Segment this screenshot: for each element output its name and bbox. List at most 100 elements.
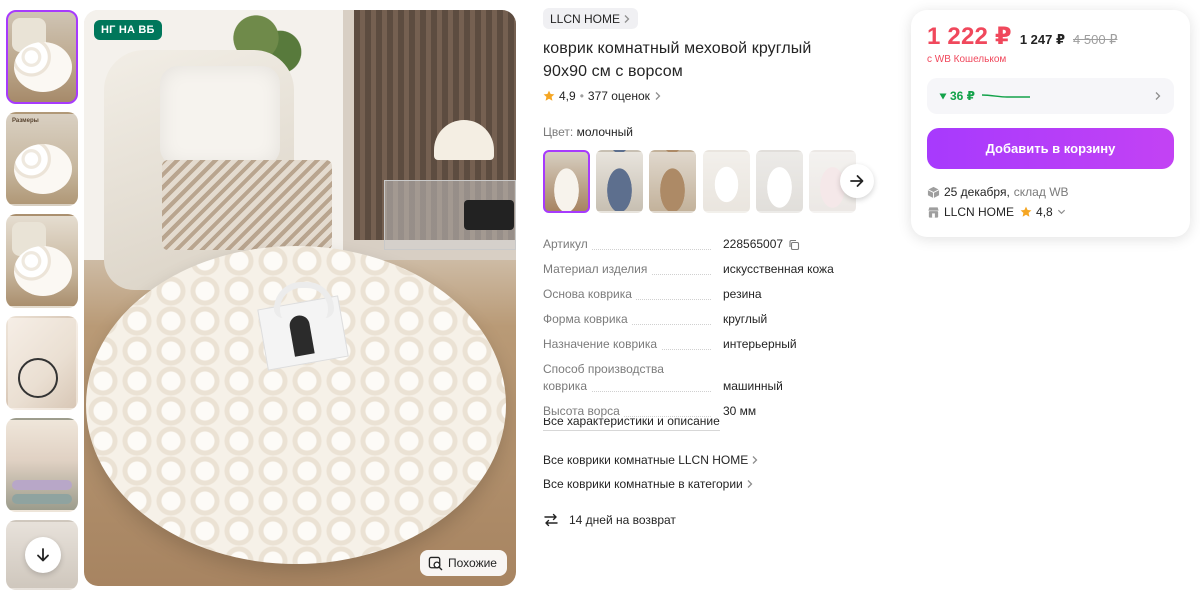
spec-row: Способ производства коврика машинный [543,361,873,395]
chevron-down-icon [1057,209,1065,215]
similar-button-label: Похожие [448,556,497,570]
wallet-note[interactable]: с WB Кошельком [927,54,1006,65]
chevron-right-icon [747,480,753,488]
spec-key: Форма коврика [543,311,723,328]
spec-value: 30 мм [723,404,757,418]
spec-key: Назначение коврика [543,336,723,353]
product-title-line-2: 90х90 см с ворсом [543,63,683,80]
price-card: 1 222 ₽ 1 247 ₽ 4 500 ₽ с WB Кошельком 3… [911,10,1190,237]
thumbnail-rug [14,144,72,194]
variants-next-button[interactable] [840,164,874,198]
spec-value: круглый [723,312,768,326]
thumbnail-5[interactable] [6,418,78,512]
spec-key: Материал изделия [543,261,723,278]
spec-value: резина [723,287,762,301]
brand-link[interactable]: LLCN HOME [543,8,639,29]
separator-dot: • [579,89,584,103]
specifications-list: Артикул 228565007 Материал изделия искус… [543,236,873,428]
delivery-date: 25 декабря, [944,185,1010,199]
category-link-label: Все коврики комнатные в категории [543,477,743,491]
main-product-image[interactable]: НГ НА ВБ Похожие [84,10,516,586]
price-row: 1 222 ₽ 1 247 ₽ 4 500 ₽ [927,22,1117,51]
chevron-right-icon [752,456,758,464]
spec-key-text-line-2: коврика [543,379,591,393]
color-variant-2[interactable] [596,150,643,213]
seller-info[interactable]: LLCN HOME 4,8 [927,205,1066,219]
price-history-sparkline [982,94,1031,98]
spec-value: машинный [723,379,783,393]
spec-row: Артикул 228565007 [543,236,873,253]
article-number: 228565007 [723,237,784,251]
seller-rating: 4,8 [1036,205,1053,219]
image-clock [464,200,514,230]
image-pillow [160,66,280,166]
triangle-down-icon [939,93,947,99]
box-icon [927,186,940,198]
thumbnails-scroll-down-button[interactable] [25,537,61,573]
return-arrows-icon [544,513,558,527]
rating-value: 4,9 [559,89,576,103]
warehouse: склад WB [1013,185,1069,199]
thumbnail-column: Размеры [6,10,78,590]
chevron-right-icon [655,92,661,100]
spec-value: интерьерный [723,337,797,351]
shop-icon [928,206,939,218]
rating-summary[interactable]: 4,9 • 377 оценок [543,89,662,103]
color-value: молочный [576,125,633,139]
spec-value: 228565007 [723,236,800,253]
delivery-info: 25 декабря, склад WB [927,185,1069,199]
chevron-right-icon [1155,92,1161,100]
brand-category-link[interactable]: Все коврики комнатные LLCN HOME [543,453,759,467]
price-trend: 36 ₽ [939,89,975,103]
thumbnail-tape [18,358,58,398]
color-variant-4[interactable] [703,150,750,213]
thumbnail-1[interactable] [6,10,78,104]
color-variants [543,150,859,214]
color-variant-1[interactable] [543,150,590,213]
product-title: коврик комнатный меховой круглый 90х90 с… [543,37,873,83]
spec-key-text: Назначение коврика [543,337,662,351]
spec-key: Артикул [543,236,723,253]
returns-info: 14 дней на возврат [543,512,676,528]
promo-badge: НГ НА ВБ [94,20,162,40]
star-icon [1020,206,1032,217]
thumbnail-color-swatch [12,480,72,490]
thumbnail-3[interactable] [6,214,78,308]
add-to-cart-button[interactable]: Добавить в корзину [927,128,1174,169]
spec-key: Основа коврика [543,286,723,303]
regular-price: 1 247 ₽ [1019,32,1066,47]
color-variant-5[interactable] [756,150,803,213]
brand-name: LLCN HOME [550,11,621,26]
price-history-widget[interactable]: 36 ₽ [927,78,1174,114]
thumbnail-label: Размеры [12,118,39,124]
similar-button[interactable]: Похожие [420,550,507,576]
spec-row: Основа коврика резина [543,286,873,303]
star-icon [543,90,555,101]
arrow-right-icon [850,175,864,187]
category-link[interactable]: Все коврики комнатные в категории [543,477,754,491]
thumbnail-2[interactable]: Размеры [6,112,78,206]
image-search-icon [428,556,443,570]
product-title-line-1: коврик комнатный меховой круглый [543,40,812,57]
reviews-count: 377 оценок [587,89,650,103]
returns-label: 14 дней на возврат [569,513,676,527]
image-blanket [162,160,332,250]
spec-key-text: Форма коврика [543,312,632,326]
arrow-down-icon [37,548,49,562]
seller-name: LLCN HOME [944,205,1015,219]
thumbnail-rug [14,246,72,296]
thumbnail-4[interactable] [6,316,78,410]
spec-value: искусственная кожа [723,262,834,276]
old-price: 4 500 ₽ [1073,32,1118,47]
thumbnail-rug [14,42,72,92]
spec-key-text: Материал изделия [543,262,652,276]
copy-icon[interactable] [788,239,800,251]
brand-category-link-label: Все коврики комнатные LLCN HOME [543,453,749,467]
spec-row: Форма коврика круглый [543,311,873,328]
spec-key-text: Высота ворса [543,404,624,418]
price-trend-value: 36 ₽ [950,89,976,103]
thumbnail-color-swatch [12,494,72,504]
color-variant-3[interactable] [649,150,696,213]
spec-key: Способ производства коврика [543,361,723,395]
spec-row: Материал изделия искусственная кожа [543,261,873,278]
